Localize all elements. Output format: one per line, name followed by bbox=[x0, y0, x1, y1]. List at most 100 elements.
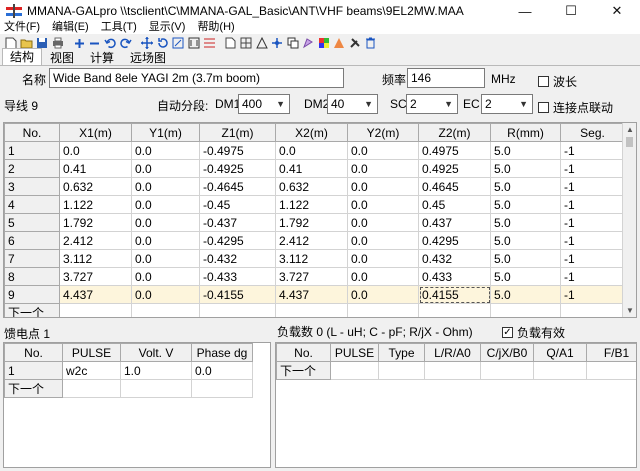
tab-calculate[interactable]: 计算 bbox=[82, 50, 122, 65]
cell-empty[interactable] bbox=[586, 361, 636, 380]
cell-y2[interactable]: 0.0 bbox=[347, 177, 419, 196]
feed-cell-volt[interactable]: 1.0 bbox=[120, 361, 192, 380]
cell-y2[interactable]: 0.0 bbox=[347, 195, 419, 214]
cell-x2[interactable]: 0.41 bbox=[275, 159, 348, 178]
cell-seg[interactable]: -1 bbox=[560, 213, 625, 232]
dm1-select[interactable]: 400 ▼ bbox=[238, 94, 290, 114]
menu-help[interactable]: 帮助(H) bbox=[197, 18, 234, 34]
cell-z2[interactable]: 0.45 bbox=[418, 195, 491, 214]
cell-seg[interactable]: -1 bbox=[560, 159, 625, 178]
cell-empty[interactable] bbox=[199, 303, 276, 317]
cell-no[interactable]: 7 bbox=[4, 249, 60, 268]
cell-radius[interactable]: 5.0 bbox=[490, 267, 561, 286]
cell-no[interactable]: 5 bbox=[4, 213, 60, 232]
cell-x1[interactable]: 0.0 bbox=[59, 141, 132, 160]
cell-no[interactable]: 4 bbox=[4, 195, 60, 214]
col-header-y2[interactable]: Y2(m) bbox=[347, 123, 419, 142]
rotate-icon[interactable] bbox=[156, 36, 170, 50]
cell-y1[interactable]: 0.0 bbox=[131, 141, 200, 160]
grid-icon[interactable] bbox=[239, 36, 253, 50]
cell-x1[interactable]: 1.792 bbox=[59, 213, 132, 232]
cell-radius[interactable]: 5.0 bbox=[490, 231, 561, 250]
table-row-new[interactable]: 下一个 bbox=[4, 303, 625, 317]
cell-no[interactable]: 3 bbox=[4, 177, 60, 196]
cell-y1[interactable]: 0.0 bbox=[131, 159, 200, 178]
stretch-icon[interactable] bbox=[187, 36, 201, 50]
cell-x1[interactable]: 4.437 bbox=[59, 285, 132, 304]
cell-empty[interactable] bbox=[59, 303, 132, 317]
cell-empty[interactable] bbox=[378, 361, 425, 380]
col-header-x2[interactable]: X2(m) bbox=[275, 123, 348, 142]
cell-z1[interactable]: -0.4645 bbox=[199, 177, 276, 196]
table-row[interactable]: 8 3.727 0.0 -0.433 3.727 0.0 0.433 5.0 -1 bbox=[4, 267, 625, 286]
new-row-label[interactable]: 下一个 bbox=[276, 361, 331, 380]
link-points-checkbox[interactable]: 连接点联动 bbox=[538, 99, 613, 116]
load-col-no[interactable]: No. bbox=[276, 343, 331, 362]
cell-empty[interactable] bbox=[62, 379, 121, 398]
load-col-qa1[interactable]: Q/A1 bbox=[533, 343, 587, 362]
undo-icon[interactable] bbox=[103, 36, 117, 50]
load-col-type[interactable]: Type bbox=[378, 343, 425, 362]
cell-seg[interactable]: -1 bbox=[560, 141, 625, 160]
menu-tools[interactable]: 工具(T) bbox=[101, 18, 137, 34]
link-points-checkbox-box[interactable] bbox=[538, 102, 549, 113]
cell-empty[interactable] bbox=[330, 361, 379, 380]
cell-empty[interactable] bbox=[131, 303, 200, 317]
cell-y2[interactable]: 0.0 bbox=[347, 285, 419, 304]
cell-y2[interactable]: 0.0 bbox=[347, 231, 419, 250]
new-row-label[interactable]: 下一个 bbox=[4, 379, 63, 398]
col-header-no[interactable]: No. bbox=[4, 123, 60, 142]
cell-empty[interactable] bbox=[347, 303, 419, 317]
cell-radius[interactable]: 5.0 bbox=[490, 285, 561, 304]
cell-x2[interactable]: 3.727 bbox=[275, 267, 348, 286]
cell-y1[interactable]: 0.0 bbox=[131, 231, 200, 250]
tab-structure[interactable]: 结构 bbox=[2, 48, 43, 65]
scroll-up-icon[interactable]: ▲ bbox=[626, 125, 634, 134]
cell-radius[interactable]: 5.0 bbox=[490, 141, 561, 160]
scroll-thumb[interactable] bbox=[626, 137, 633, 147]
cell-x1[interactable]: 0.632 bbox=[59, 177, 132, 196]
redo-icon[interactable] bbox=[119, 36, 133, 50]
table-row[interactable]: 3 0.632 0.0 -0.4645 0.632 0.0 0.4645 5.0 -1 bbox=[4, 177, 625, 196]
wire-table-scrollbar[interactable]: ▲ ▼ bbox=[622, 123, 636, 317]
cell-z1[interactable]: -0.4975 bbox=[199, 141, 276, 160]
feed-cell-phase[interactable]: 0.0 bbox=[191, 361, 253, 380]
checkmark-icon[interactable]: ✓ bbox=[502, 327, 513, 338]
copy-icon[interactable] bbox=[270, 36, 284, 50]
cell-y2[interactable]: 0.0 bbox=[347, 267, 419, 286]
cell-no[interactable]: 8 bbox=[4, 267, 60, 286]
cell-x1[interactable]: 3.727 bbox=[59, 267, 132, 286]
tools-icon[interactable] bbox=[348, 36, 362, 50]
col-header-y1[interactable]: Y1(m) bbox=[131, 123, 200, 142]
dm2-select[interactable]: 40 ▼ bbox=[327, 94, 378, 114]
cell-empty[interactable] bbox=[191, 379, 253, 398]
load-col-lra0[interactable]: L/R/A0 bbox=[424, 343, 481, 362]
table-row-new[interactable]: 下一个 bbox=[4, 379, 253, 398]
tab-view[interactable]: 视图 bbox=[42, 50, 82, 65]
cell-z2[interactable]: 0.4155 bbox=[418, 285, 491, 304]
wire-list-icon[interactable] bbox=[202, 36, 216, 50]
cell-x2[interactable]: 1.122 bbox=[275, 195, 348, 214]
cell-seg[interactable]: -1 bbox=[560, 249, 625, 268]
triangle-icon[interactable] bbox=[255, 36, 269, 50]
cell-z2[interactable]: 0.4975 bbox=[418, 141, 491, 160]
print-icon[interactable] bbox=[51, 36, 65, 50]
table-row[interactable]: 1 w2c 1.0 0.0 bbox=[4, 361, 253, 380]
cell-empty[interactable] bbox=[560, 303, 625, 317]
cell-z1[interactable]: -0.45 bbox=[199, 195, 276, 214]
cell-empty[interactable] bbox=[275, 303, 348, 317]
cell-x1[interactable]: 1.122 bbox=[59, 195, 132, 214]
cell-y1[interactable]: 0.0 bbox=[131, 267, 200, 286]
shape-icon[interactable] bbox=[301, 36, 315, 50]
load-col-fb1[interactable]: F/B1 bbox=[586, 343, 636, 362]
remove-icon[interactable] bbox=[88, 36, 102, 50]
cell-y1[interactable]: 0.0 bbox=[131, 177, 200, 196]
col-header-z2[interactable]: Z2(m) bbox=[418, 123, 491, 142]
cell-y2[interactable]: 0.0 bbox=[347, 159, 419, 178]
cell-x2[interactable]: 2.412 bbox=[275, 231, 348, 250]
cell-radius[interactable]: 5.0 bbox=[490, 249, 561, 268]
load-col-pulse[interactable]: PULSE bbox=[330, 343, 379, 362]
cell-seg[interactable]: -1 bbox=[560, 195, 625, 214]
chevron-down-icon[interactable]: ▼ bbox=[444, 95, 453, 113]
cell-x2[interactable]: 4.437 bbox=[275, 285, 348, 304]
